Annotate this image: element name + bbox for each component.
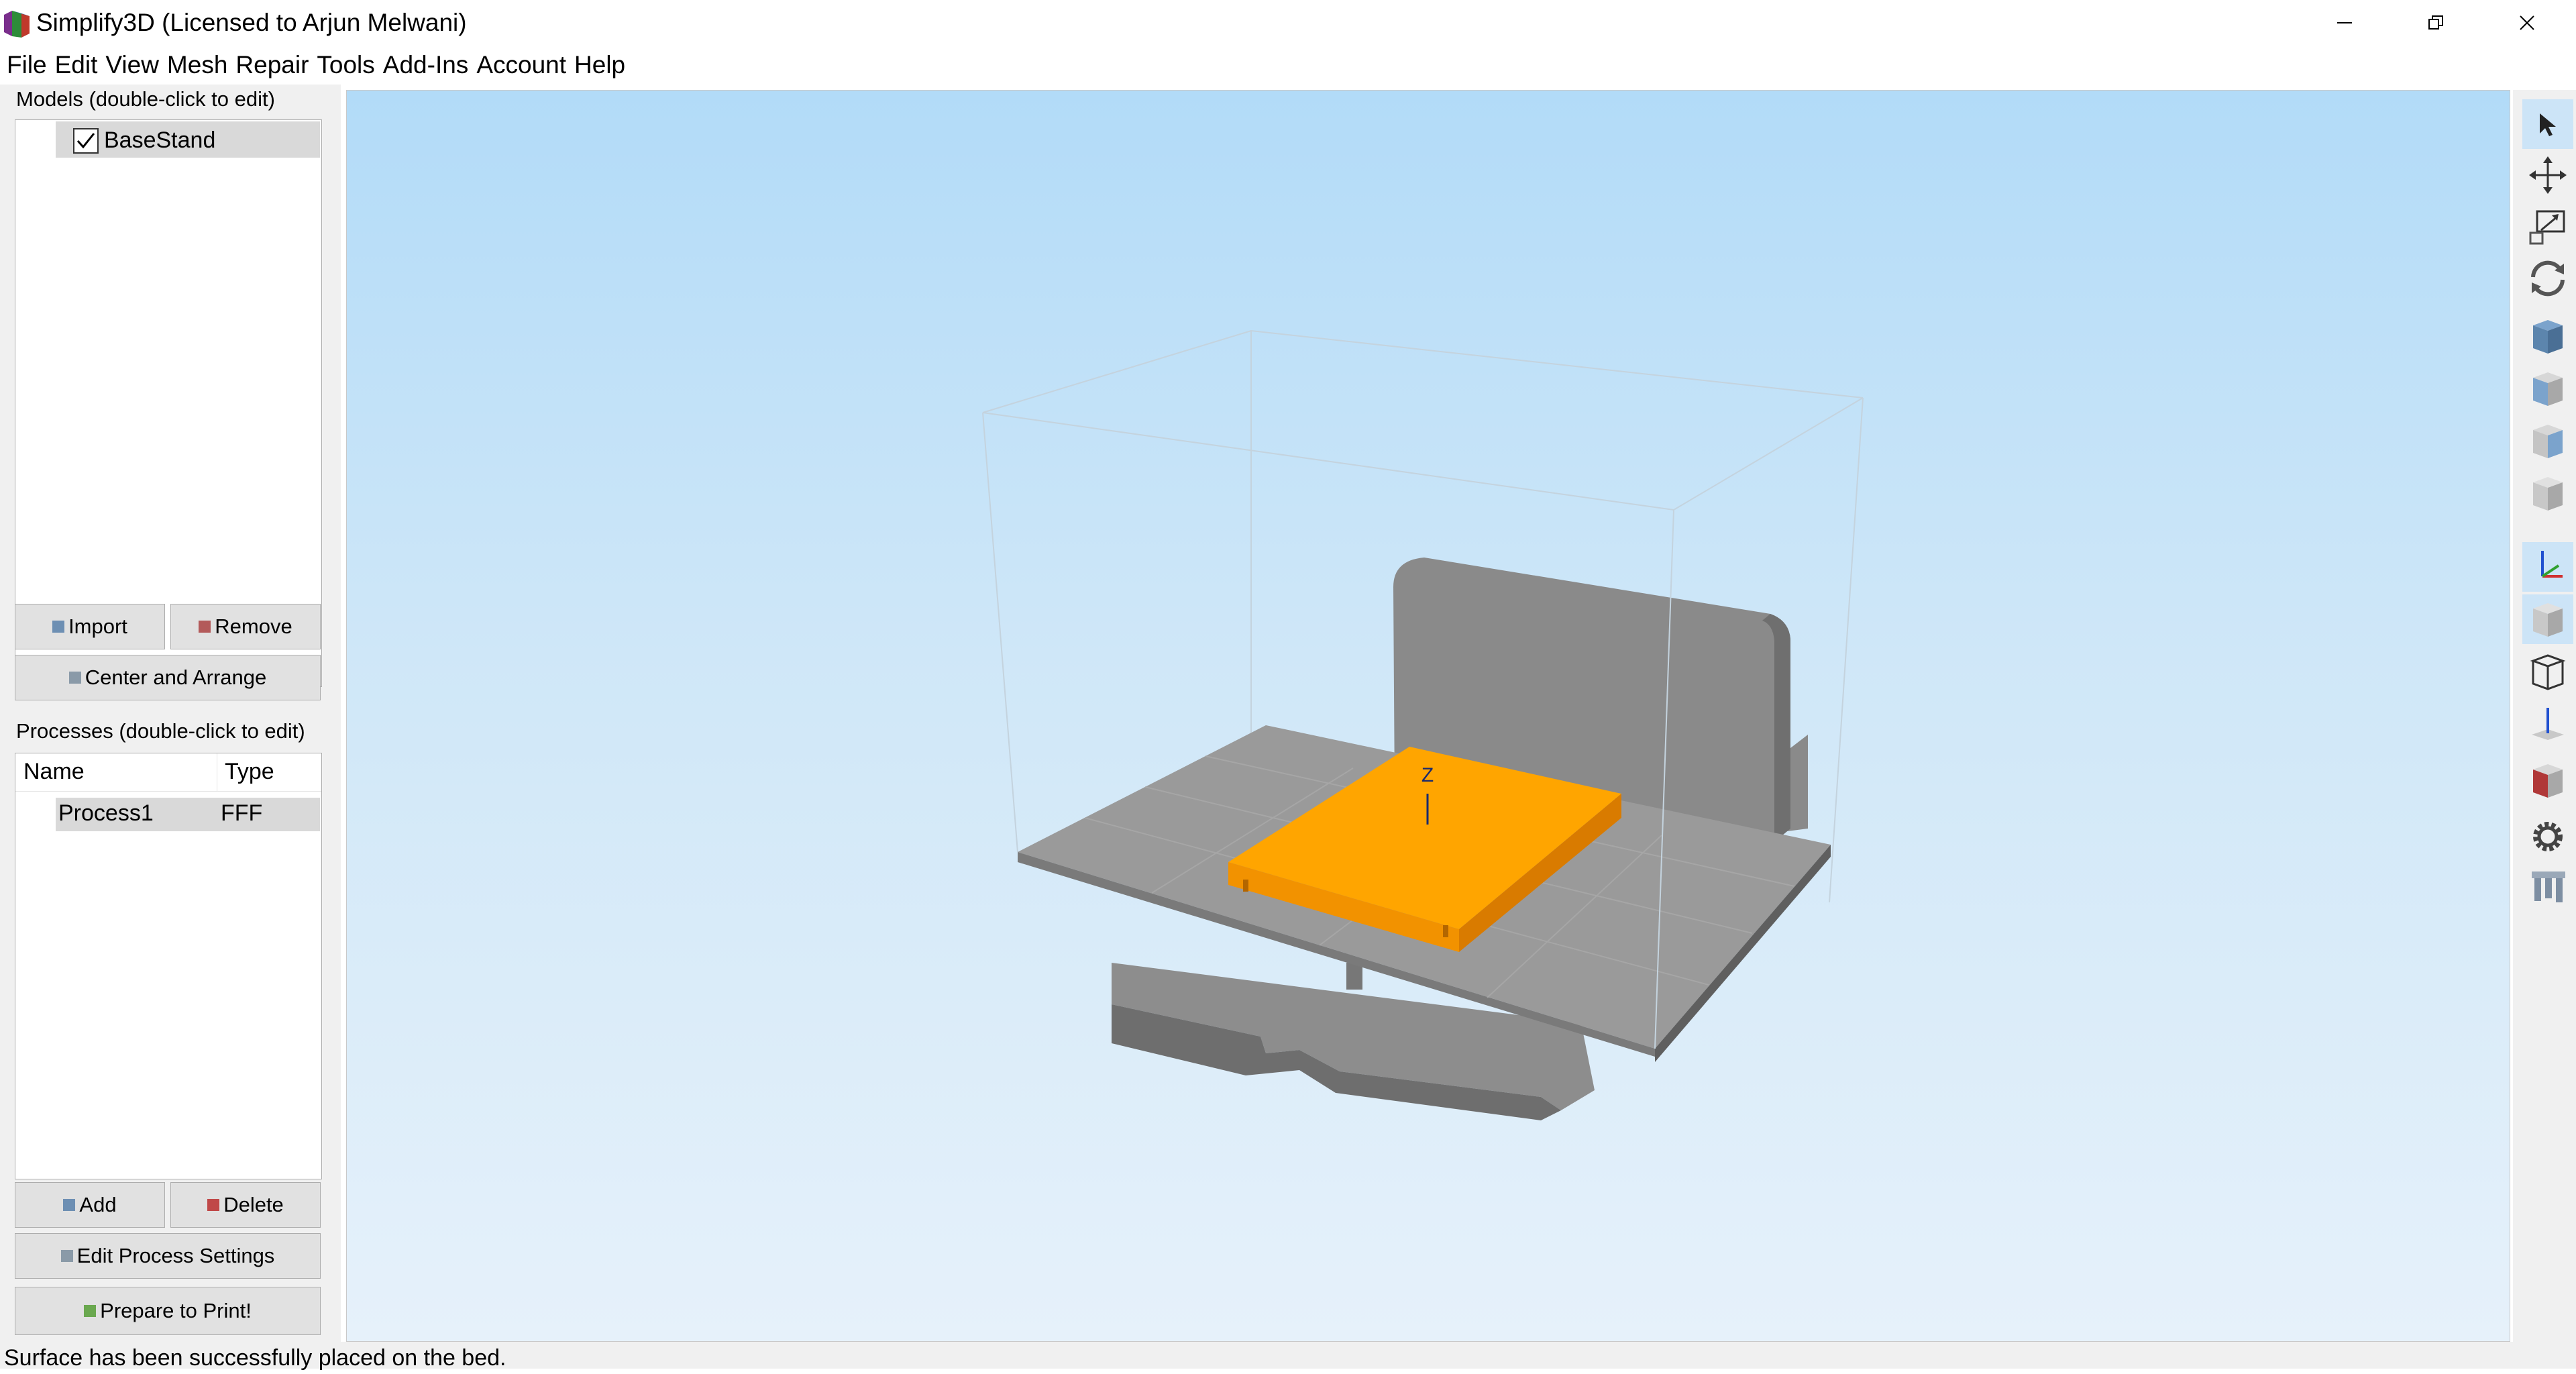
select-tool[interactable] xyxy=(2522,99,2573,149)
model-row[interactable]: BaseStand xyxy=(56,121,320,158)
app-logo-icon xyxy=(4,11,30,38)
rotate-icon xyxy=(2531,260,2565,297)
import-icon xyxy=(52,621,65,633)
menu-file[interactable]: File xyxy=(0,51,47,79)
status-message: Surface has been successfully placed on … xyxy=(4,1345,506,1371)
section-view-toggle[interactable] xyxy=(2522,755,2573,805)
process-type: FFF xyxy=(221,800,263,826)
menu-mesh[interactable]: Mesh xyxy=(160,51,227,79)
model-name: BaseStand xyxy=(104,127,216,153)
restore-button[interactable] xyxy=(2392,0,2479,46)
view-front-button[interactable] xyxy=(2522,364,2573,413)
menu-view[interactable]: View xyxy=(99,51,159,79)
solid-view-icon xyxy=(2533,603,2563,637)
menu-add-ins[interactable]: Add-Ins xyxy=(376,51,469,79)
axes-icon xyxy=(2541,551,2563,578)
select-icon xyxy=(2540,113,2556,136)
remove-button[interactable]: Remove xyxy=(170,604,321,649)
menu-tools[interactable]: Tools xyxy=(310,51,374,79)
center-arrange-button[interactable]: Center and Arrange xyxy=(15,655,321,700)
remove-label: Remove xyxy=(215,615,292,638)
view-top-icon xyxy=(2533,320,2563,354)
3d-viewport[interactable]: Z xyxy=(346,90,2510,1342)
view-top-button[interactable] xyxy=(2522,311,2573,361)
minimize-icon xyxy=(2337,22,2352,23)
edit-settings-label: Edit Process Settings xyxy=(76,1244,275,1267)
delete-label: Delete xyxy=(223,1193,284,1216)
import-button[interactable]: Import xyxy=(15,604,165,649)
status-bar: Surface has been successfully placed on … xyxy=(0,1342,2576,1371)
view-side-icon xyxy=(2533,425,2563,458)
menu-help[interactable]: Help xyxy=(568,51,625,79)
center-arrange-label: Center and Arrange xyxy=(85,666,267,689)
prepare-label: Prepare to Print! xyxy=(100,1299,252,1322)
delete-process-button[interactable]: Delete xyxy=(170,1182,321,1228)
view-side-button[interactable] xyxy=(2522,416,2573,466)
solid-view-toggle[interactable] xyxy=(2522,594,2573,644)
settings-gear-icon xyxy=(2533,822,2563,851)
scale-tool[interactable] xyxy=(2522,203,2573,252)
settings-button[interactable] xyxy=(2522,812,2573,861)
model-checkbox[interactable] xyxy=(73,128,99,154)
process-name: Process1 xyxy=(58,800,154,826)
models-label: Models (double-click to edit) xyxy=(16,87,275,111)
title-bar: Simplify3D (Licensed to Arjun Melwani) xyxy=(0,0,2576,46)
z-axis-label: Z xyxy=(1421,764,1434,786)
table-row[interactable]: Process1 FFF xyxy=(56,798,320,831)
processes-table[interactable]: Name Type Process1 FFF xyxy=(15,753,322,1179)
prepare-to-print-button[interactable]: Prepare to Print! xyxy=(15,1287,321,1335)
window-title: Simplify3D (Licensed to Arjun Melwani) xyxy=(36,9,467,36)
edit-process-settings-button[interactable]: Edit Process Settings xyxy=(15,1233,321,1279)
move-icon xyxy=(2529,156,2567,194)
column-header-type[interactable]: Type xyxy=(225,759,274,785)
table-header: Name Type xyxy=(15,753,321,792)
view-iso-icon xyxy=(2533,477,2563,511)
menu-repair[interactable]: Repair xyxy=(229,51,309,79)
delete-icon xyxy=(207,1199,220,1211)
minimize-button[interactable] xyxy=(2301,0,2388,46)
column-header-name[interactable]: Name xyxy=(23,759,85,785)
supports-button[interactable] xyxy=(2522,861,2573,911)
add-label: Add xyxy=(79,1193,117,1216)
prepare-icon xyxy=(84,1305,97,1317)
view-iso-button[interactable] xyxy=(2522,468,2573,518)
scene: Z xyxy=(982,329,1864,1120)
menu-bar: File Edit View Mesh Repair Tools Add-Ins… xyxy=(0,46,2576,85)
import-label: Import xyxy=(68,615,127,638)
left-panel: Models (double-click to edit) BaseStand … xyxy=(0,85,341,1342)
section-view-icon xyxy=(2533,764,2563,798)
z-axis-toggle[interactable] xyxy=(2522,699,2573,749)
add-icon xyxy=(63,1199,76,1211)
menu-account[interactable]: Account xyxy=(470,51,566,79)
edit-settings-icon xyxy=(60,1250,73,1262)
wireframe-toggle[interactable] xyxy=(2522,647,2573,696)
supports-icon xyxy=(2532,871,2565,902)
models-list[interactable]: BaseStand xyxy=(15,119,322,687)
wireframe-icon xyxy=(2530,654,2566,690)
center-arrange-icon xyxy=(68,672,81,684)
restore-icon xyxy=(2428,15,2443,30)
axes-toggle[interactable] xyxy=(2522,542,2573,592)
view-front-icon xyxy=(2533,372,2563,406)
z-axis-icon xyxy=(2532,708,2564,740)
add-process-button[interactable]: Add xyxy=(15,1182,165,1228)
rotate-tool[interactable] xyxy=(2522,254,2573,303)
remove-icon xyxy=(199,621,211,633)
right-toolbar xyxy=(2513,90,2576,1342)
close-button[interactable] xyxy=(2483,0,2571,46)
menu-edit[interactable]: Edit xyxy=(48,51,98,79)
scale-icon xyxy=(2529,210,2565,245)
processes-label: Processes (double-click to edit) xyxy=(16,719,305,743)
move-tool[interactable] xyxy=(2522,150,2573,200)
close-icon xyxy=(2520,15,2534,30)
